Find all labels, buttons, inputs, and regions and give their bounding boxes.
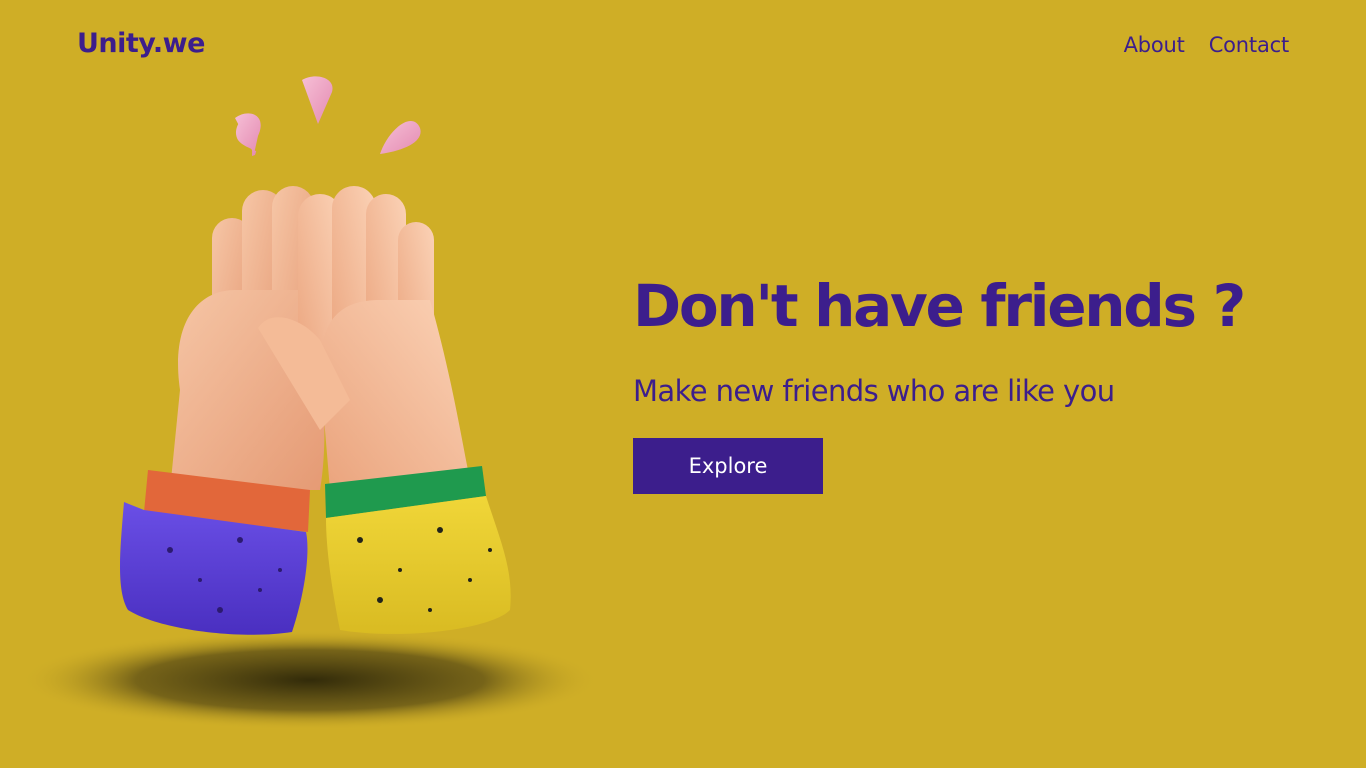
sparkle-right bbox=[380, 121, 421, 154]
nav-link-contact[interactable]: Contact bbox=[1209, 33, 1290, 57]
sparkle-icons bbox=[235, 76, 421, 156]
explore-button[interactable]: Explore bbox=[633, 438, 823, 494]
hero-headline: Don't have friends ? bbox=[633, 272, 1246, 340]
top-nav: About Contact bbox=[1124, 33, 1290, 57]
left-wrist-cuff bbox=[120, 470, 310, 635]
nav-link-about[interactable]: About bbox=[1124, 33, 1185, 57]
right-wrist-cuff bbox=[325, 466, 511, 634]
shadow-ellipse bbox=[20, 630, 600, 730]
brand-logo[interactable]: Unity.we bbox=[77, 28, 205, 59]
sparkle-middle bbox=[302, 76, 333, 124]
hero-subheadline: Make new friends who are like you bbox=[633, 374, 1115, 408]
high-five-hands-illustration bbox=[20, 76, 600, 730]
